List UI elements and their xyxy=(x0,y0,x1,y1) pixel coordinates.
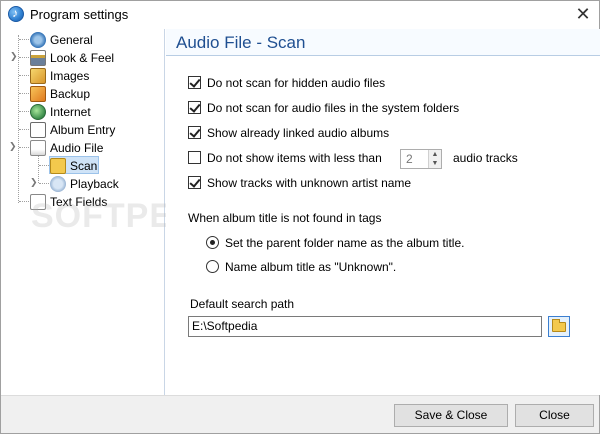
min-tracks-value: 2 xyxy=(406,152,413,166)
settings-tree: ❯ ❯ ❯ General Look & Feel Images Backup … xyxy=(1,29,234,395)
backup-icon xyxy=(30,86,46,102)
audio-file-icon xyxy=(30,140,46,156)
app-icon xyxy=(8,6,24,22)
system-folders-checkbox[interactable] xyxy=(188,101,201,114)
album-title-section-label: When album title is not found in tags xyxy=(188,211,382,225)
min-tracks-suffix: audio tracks xyxy=(453,151,518,165)
window-title: Program settings xyxy=(30,7,129,22)
tree-connector xyxy=(19,39,29,40)
linked-albums-checkbox[interactable] xyxy=(188,126,201,139)
tree-connector xyxy=(19,75,29,76)
tree-connector xyxy=(19,129,29,130)
folder-open-icon xyxy=(552,319,566,332)
album-icon xyxy=(30,122,46,138)
images-icon xyxy=(30,68,46,84)
gear-icon xyxy=(30,32,46,48)
close-button[interactable]: Close xyxy=(515,404,594,427)
tree-connector xyxy=(38,155,39,183)
settings-window: Program settings ✕ ❯ ❯ ❯ General Look & … xyxy=(0,0,600,434)
browse-folder-button[interactable] xyxy=(548,316,570,337)
folder-scan-icon xyxy=(50,158,66,174)
tree-connector xyxy=(19,201,29,202)
tree-connector xyxy=(19,147,29,148)
play-icon xyxy=(50,176,66,192)
tree-connector xyxy=(39,183,49,184)
text-fields-icon xyxy=(30,194,46,210)
close-icon[interactable]: ✕ xyxy=(571,3,595,25)
unknown-title-radio[interactable] xyxy=(206,260,219,273)
tree-connector xyxy=(18,35,19,203)
palette-icon xyxy=(30,50,46,66)
expand-look-feel-icon[interactable]: ❯ xyxy=(10,51,18,62)
expand-playback-icon[interactable]: ❯ xyxy=(30,177,38,188)
min-tracks-stepper[interactable]: 2 ▲ ▼ xyxy=(400,149,442,169)
spin-up-icon[interactable]: ▲ xyxy=(428,150,441,159)
less-than-checkbox[interactable] xyxy=(188,151,201,164)
title-bar: Program settings ✕ xyxy=(1,1,599,29)
save-close-button[interactable]: Save & Close xyxy=(394,404,508,427)
globe-icon xyxy=(30,104,46,120)
page-header: Audio File - Scan xyxy=(166,29,600,56)
collapse-audio-file-icon[interactable]: ❯ xyxy=(9,141,17,152)
tree-connector xyxy=(19,93,29,94)
unknown-artist-checkbox[interactable] xyxy=(188,176,201,189)
page-title: Audio File - Scan xyxy=(176,33,306,52)
parent-folder-radio[interactable] xyxy=(206,236,219,249)
search-path-input[interactable]: E:\Softpedia xyxy=(188,316,542,337)
search-path-label: Default search path xyxy=(190,297,295,311)
tree-connector xyxy=(19,57,29,58)
hidden-files-checkbox[interactable] xyxy=(188,76,201,89)
spin-down-icon[interactable]: ▼ xyxy=(428,159,441,168)
tree-connector xyxy=(19,111,29,112)
button-bar: Save & Close Close xyxy=(1,395,599,433)
tree-connector xyxy=(39,165,49,166)
settings-page: Audio File - Scan Do not scan for hidden… xyxy=(166,29,600,395)
